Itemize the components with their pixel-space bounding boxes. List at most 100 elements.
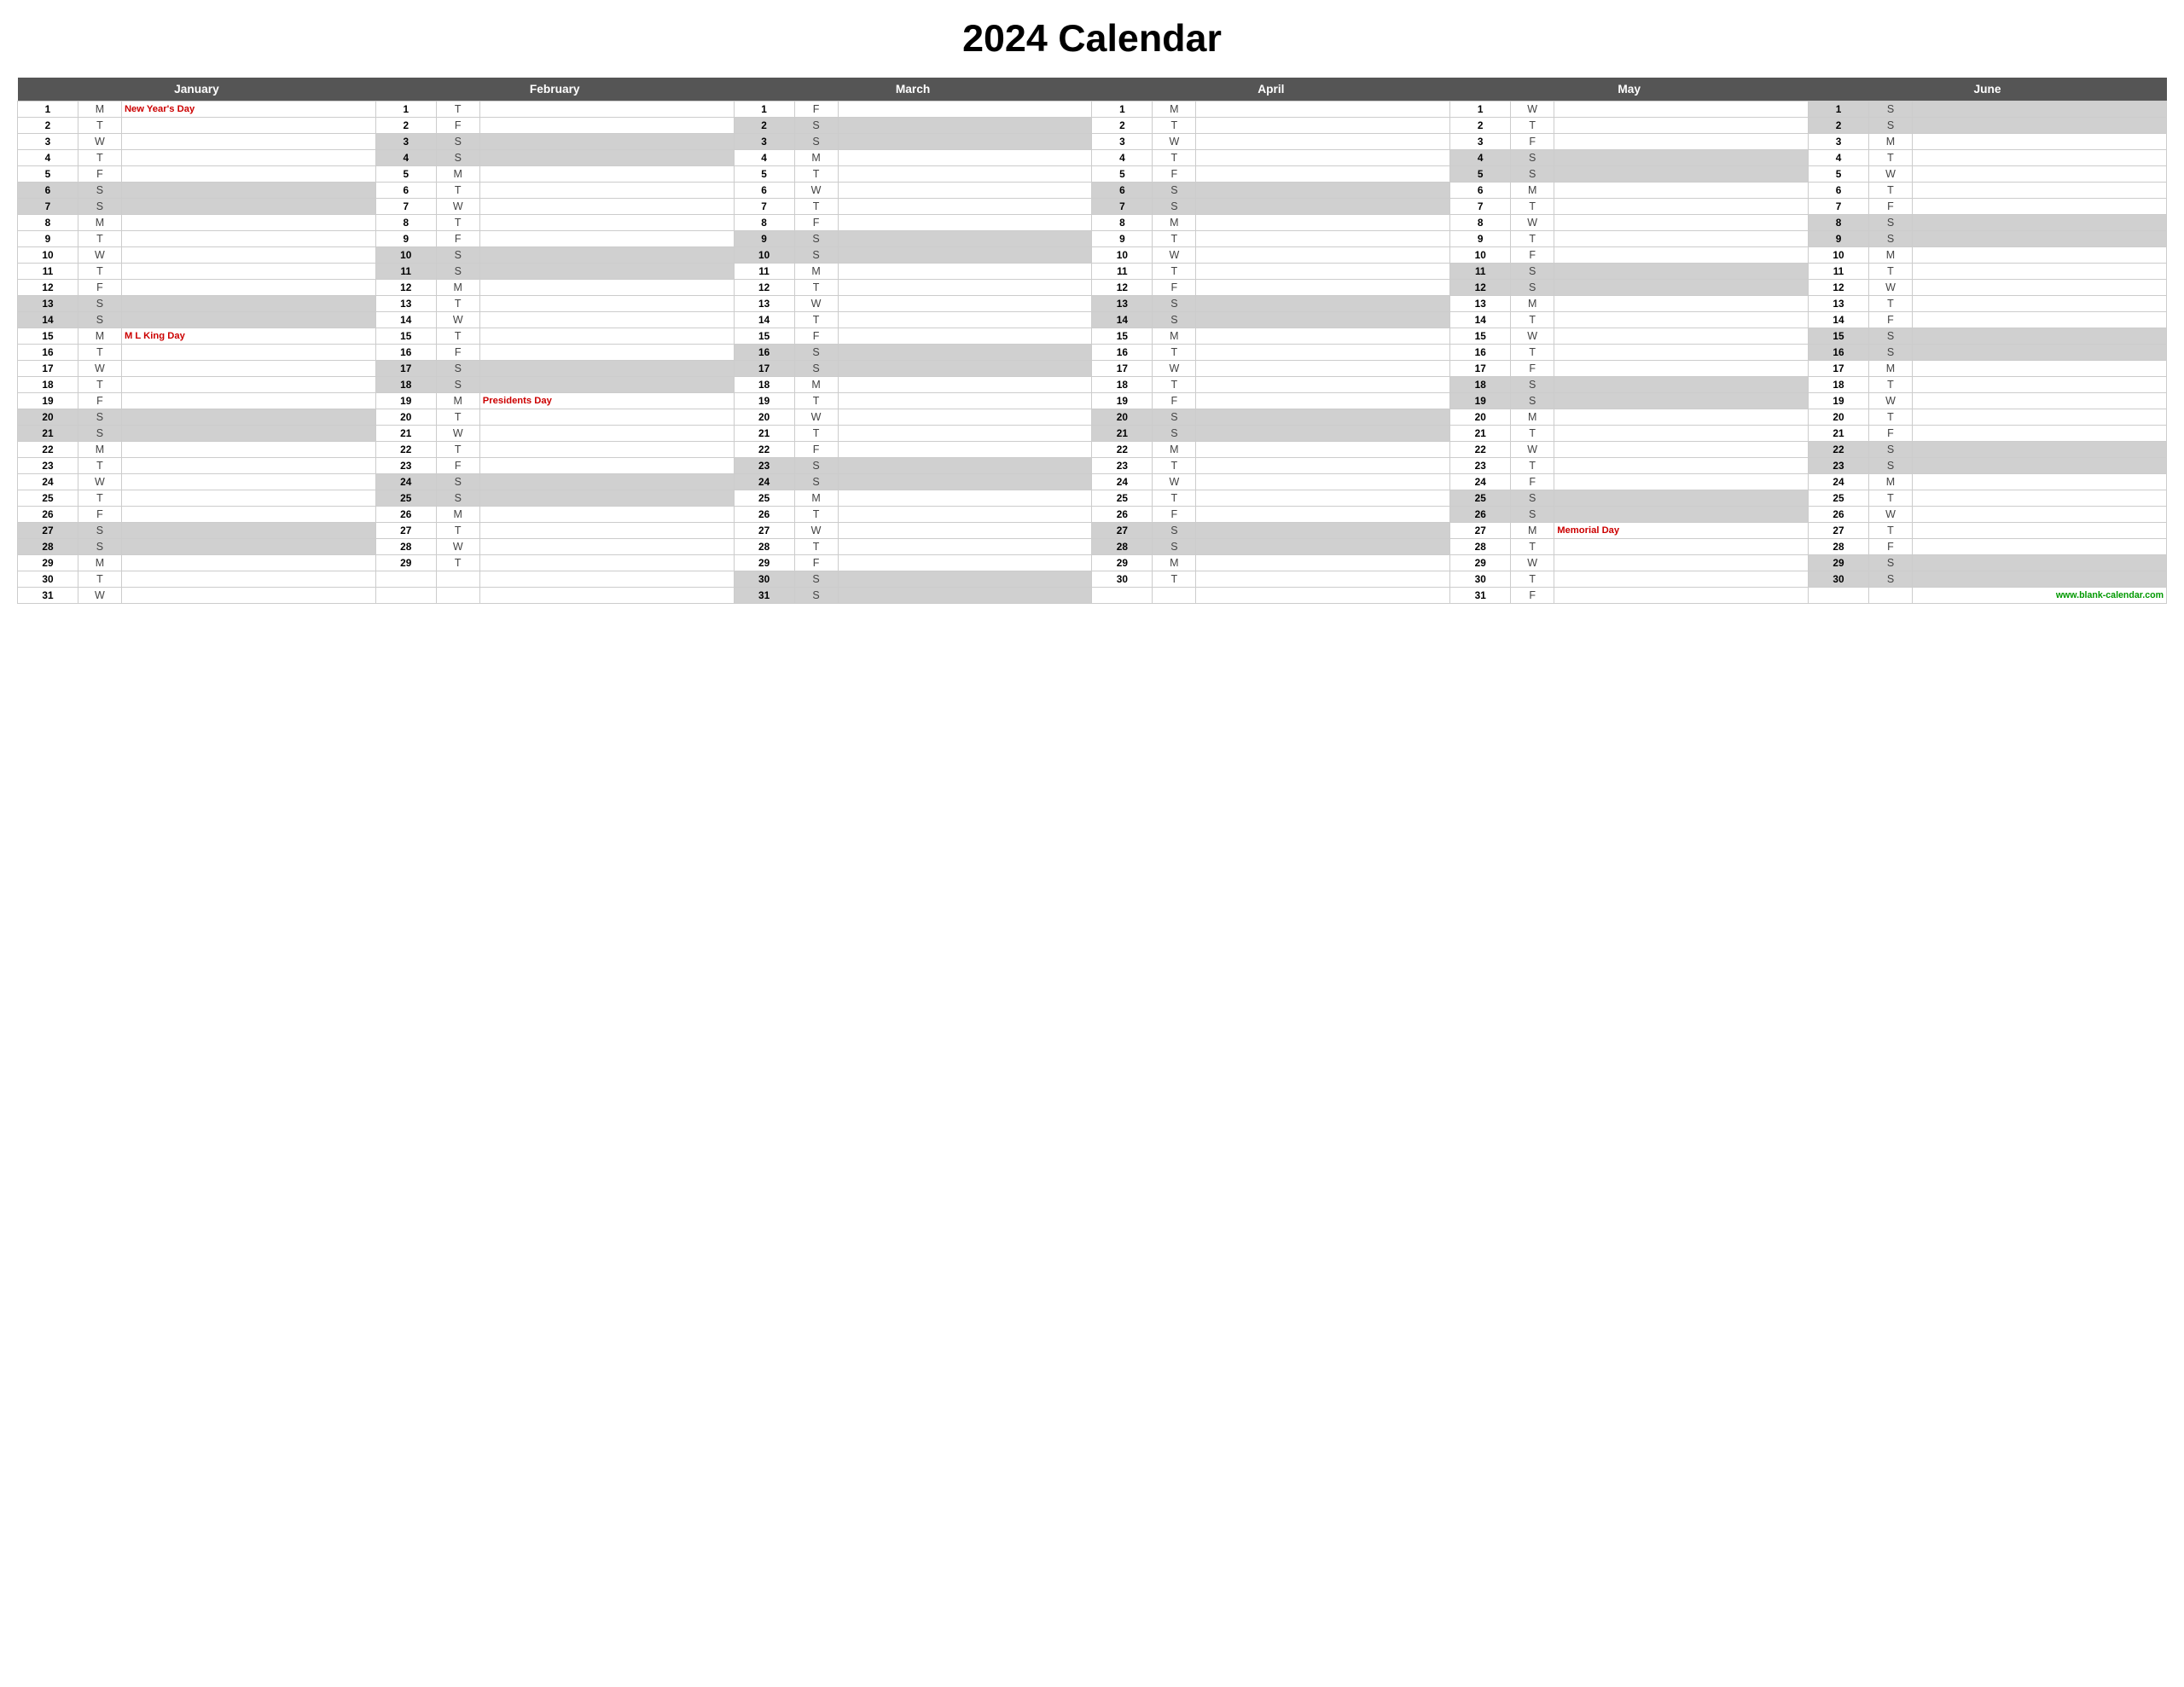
day-num-feb-28: 28 bbox=[375, 539, 436, 555]
day-num-mar-30: 30 bbox=[734, 571, 794, 588]
event-jan-2 bbox=[121, 118, 375, 134]
event-mar-2 bbox=[838, 118, 1092, 134]
day-num-jun-21: 21 bbox=[1809, 426, 1869, 442]
day-num-jun-22: 22 bbox=[1809, 442, 1869, 458]
day-letter-may-16: T bbox=[1511, 345, 1554, 361]
day-num-feb-15: 15 bbox=[375, 328, 436, 345]
day-letter-may-30: T bbox=[1511, 571, 1554, 588]
day-letter-mar-6: W bbox=[794, 183, 838, 199]
day-num-may-17: 17 bbox=[1450, 361, 1511, 377]
day-letter-apr-15: M bbox=[1153, 328, 1196, 345]
day-num-jan-16: 16 bbox=[18, 345, 78, 361]
day-num-apr-7: 7 bbox=[1092, 199, 1153, 215]
day-letter-apr-24: W bbox=[1153, 474, 1196, 490]
event-apr-26 bbox=[1196, 507, 1450, 523]
day-num-may-7: 7 bbox=[1450, 199, 1511, 215]
day-num-jun-7: 7 bbox=[1809, 199, 1869, 215]
day-num-apr-3: 3 bbox=[1092, 134, 1153, 150]
day-num-jan-8: 8 bbox=[18, 215, 78, 231]
day-letter-may-17: F bbox=[1511, 361, 1554, 377]
event-apr-5 bbox=[1196, 166, 1450, 183]
day-letter-feb-11: S bbox=[436, 264, 479, 280]
event-jan-22 bbox=[121, 442, 375, 458]
event-jun-16 bbox=[1913, 345, 2167, 361]
day-letter-may-28: T bbox=[1511, 539, 1554, 555]
event-jan-14 bbox=[121, 312, 375, 328]
header-march: March bbox=[734, 78, 1092, 101]
day-letter-mar-24: S bbox=[794, 474, 838, 490]
event-may-14 bbox=[1554, 312, 1809, 328]
event-mar-3 bbox=[838, 134, 1092, 150]
day-num-mar-20: 20 bbox=[734, 409, 794, 426]
day-num-jan-9: 9 bbox=[18, 231, 78, 247]
day-letter-jan-16: T bbox=[78, 345, 121, 361]
day-num-apr-26: 26 bbox=[1092, 507, 1153, 523]
event-mar-21 bbox=[838, 426, 1092, 442]
day-num-apr-27: 27 bbox=[1092, 523, 1153, 539]
day-num-jan-11: 11 bbox=[18, 264, 78, 280]
day-num-mar-27: 27 bbox=[734, 523, 794, 539]
day-letter-jan-24: W bbox=[78, 474, 121, 490]
day-num-feb-30 bbox=[375, 571, 436, 588]
day-letter-jun-13: T bbox=[1868, 296, 1912, 312]
day-letter-jun-8: S bbox=[1868, 215, 1912, 231]
day-num-mar-9: 9 bbox=[734, 231, 794, 247]
day-num-apr-10: 10 bbox=[1092, 247, 1153, 264]
day-num-apr-12: 12 bbox=[1092, 280, 1153, 296]
event-may-2 bbox=[1554, 118, 1809, 134]
day-num-mar-7: 7 bbox=[734, 199, 794, 215]
day-letter-mar-13: W bbox=[794, 296, 838, 312]
day-num-jan-3: 3 bbox=[18, 134, 78, 150]
event-mar-14 bbox=[838, 312, 1092, 328]
day-letter-jun-27: T bbox=[1868, 523, 1912, 539]
event-feb-25 bbox=[479, 490, 734, 507]
event-feb-21 bbox=[479, 426, 734, 442]
day-letter-apr-19: F bbox=[1153, 393, 1196, 409]
day-letter-mar-25: M bbox=[794, 490, 838, 507]
day-letter-apr-22: M bbox=[1153, 442, 1196, 458]
event-mar-9 bbox=[838, 231, 1092, 247]
day-num-may-11: 11 bbox=[1450, 264, 1511, 280]
day-letter-may-11: S bbox=[1511, 264, 1554, 280]
day-num-mar-4: 4 bbox=[734, 150, 794, 166]
day-num-may-4: 4 bbox=[1450, 150, 1511, 166]
event-jan-31 bbox=[121, 588, 375, 604]
event-mar-1 bbox=[838, 101, 1092, 118]
event-mar-19 bbox=[838, 393, 1092, 409]
day-num-jun-20: 20 bbox=[1809, 409, 1869, 426]
day-num-may-30: 30 bbox=[1450, 571, 1511, 588]
day-num-mar-17: 17 bbox=[734, 361, 794, 377]
event-feb-13 bbox=[479, 296, 734, 312]
day-letter-mar-1: F bbox=[794, 101, 838, 118]
day-letter-mar-30: S bbox=[794, 571, 838, 588]
day-num-may-9: 9 bbox=[1450, 231, 1511, 247]
day-letter-mar-5: T bbox=[794, 166, 838, 183]
day-num-jan-1: 1 bbox=[18, 101, 78, 118]
day-letter-may-10: F bbox=[1511, 247, 1554, 264]
event-feb-19: Presidents Day bbox=[479, 393, 734, 409]
event-feb-4 bbox=[479, 150, 734, 166]
day-letter-mar-9: S bbox=[794, 231, 838, 247]
day-letter-jun-5: W bbox=[1868, 166, 1912, 183]
day-letter-apr-10: W bbox=[1153, 247, 1196, 264]
day-num-apr-15: 15 bbox=[1092, 328, 1153, 345]
day-letter-may-15: W bbox=[1511, 328, 1554, 345]
day-letter-jun-31 bbox=[1868, 588, 1912, 604]
day-num-jun-23: 23 bbox=[1809, 458, 1869, 474]
event-jan-29 bbox=[121, 555, 375, 571]
day-num-feb-9: 9 bbox=[375, 231, 436, 247]
event-jan-16 bbox=[121, 345, 375, 361]
day-num-jun-25: 25 bbox=[1809, 490, 1869, 507]
event-apr-14 bbox=[1196, 312, 1450, 328]
event-jun-11 bbox=[1913, 264, 2167, 280]
event-apr-10 bbox=[1196, 247, 1450, 264]
day-num-jan-18: 18 bbox=[18, 377, 78, 393]
day-num-jan-2: 2 bbox=[18, 118, 78, 134]
day-letter-mar-2: S bbox=[794, 118, 838, 134]
event-jan-20 bbox=[121, 409, 375, 426]
event-jan-11 bbox=[121, 264, 375, 280]
event-mar-18 bbox=[838, 377, 1092, 393]
day-letter-jun-21: F bbox=[1868, 426, 1912, 442]
event-may-4 bbox=[1554, 150, 1809, 166]
day-letter-apr-6: S bbox=[1153, 183, 1196, 199]
